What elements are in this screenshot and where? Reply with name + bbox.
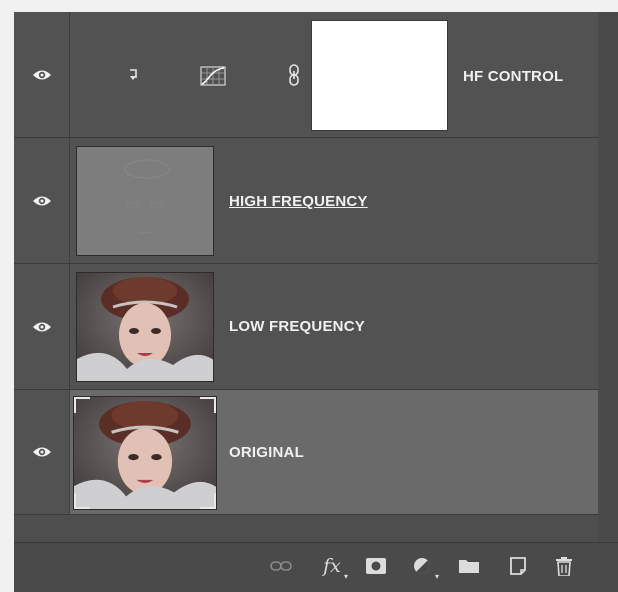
link-layers-button[interactable] <box>270 555 292 577</box>
new-adjustment-button[interactable]: ▾ <box>411 555 439 581</box>
curves-adjustment-icon <box>200 66 226 86</box>
layer-name[interactable]: ORIGINAL <box>229 444 304 461</box>
layers-panel: HF CONTROL HIGH FREQUENCY LOW FREQUENCY … <box>14 12 618 592</box>
dropdown-indicator: ▾ <box>343 572 348 581</box>
layer-name[interactable]: HF CONTROL <box>463 68 563 85</box>
chain-link-icon <box>289 64 299 86</box>
new-group-button[interactable] <box>458 555 480 577</box>
adjustment-layer-icon <box>414 558 430 574</box>
visibility-toggle[interactable] <box>14 390 70 514</box>
visibility-toggle[interactable] <box>14 138 70 263</box>
add-mask-button[interactable] <box>365 555 387 577</box>
layer-row-high-frequency[interactable]: HIGH FREQUENCY <box>14 138 598 264</box>
layer-row-low-frequency[interactable]: LOW FREQUENCY <box>14 264 598 390</box>
portrait-image <box>74 397 216 509</box>
layers-toolbar: fx ▾ ▾ <box>14 542 618 592</box>
fx-icon: fx <box>323 555 341 577</box>
portrait-image <box>77 273 213 381</box>
visibility-toggle[interactable] <box>14 264 70 389</box>
link-layers-icon <box>270 561 292 571</box>
layer-thumbnail[interactable] <box>76 146 214 256</box>
trash-icon <box>556 556 572 576</box>
eye-icon <box>32 322 51 331</box>
selection-corner <box>74 493 90 509</box>
eye-icon <box>32 447 51 457</box>
delete-layer-button[interactable] <box>553 555 575 577</box>
layer-row-hf-control[interactable]: HF CONTROL <box>14 12 598 138</box>
eye-icon <box>32 196 51 205</box>
layer-thumbnail[interactable] <box>76 272 214 382</box>
new-layer-button[interactable] <box>507 555 529 577</box>
scroll-gutter[interactable] <box>598 12 618 542</box>
layer-style-button[interactable]: fx ▾ <box>318 555 348 581</box>
layer-row-original[interactable]: ORIGINAL <box>14 390 598 515</box>
visibility-toggle[interactable] <box>14 12 70 137</box>
high-pass-texture <box>77 147 213 255</box>
layer-name[interactable]: LOW FREQUENCY <box>229 318 365 335</box>
new-layer-icon <box>510 557 526 575</box>
selection-corner <box>74 397 90 413</box>
folder-icon <box>459 560 479 573</box>
clip-arrow-icon <box>130 69 137 80</box>
layer-name[interactable]: HIGH FREQUENCY <box>229 193 368 210</box>
layer-mask-icon <box>366 558 386 574</box>
dropdown-indicator: ▾ <box>434 572 439 581</box>
layer-mask-thumbnail[interactable] <box>311 20 448 131</box>
selection-corner <box>200 397 216 413</box>
layer-thumbnail[interactable] <box>73 396 217 510</box>
eye-icon <box>32 70 51 79</box>
selection-corner <box>200 493 216 509</box>
